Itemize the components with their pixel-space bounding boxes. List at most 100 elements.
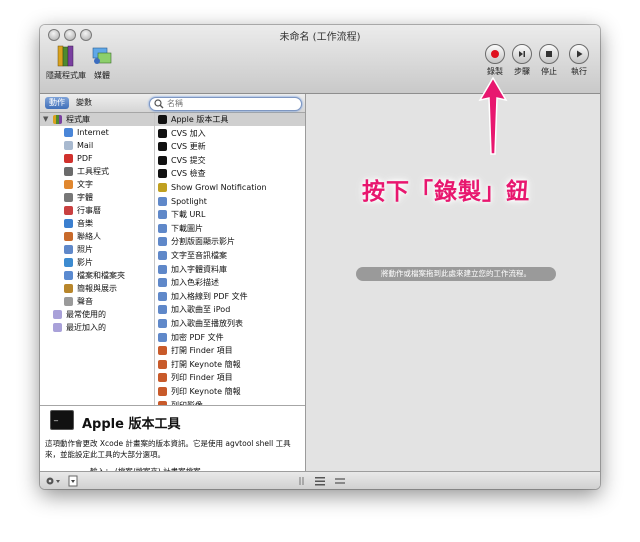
action-item[interactable]: 下載 URL bbox=[155, 208, 305, 221]
action-icon bbox=[158, 387, 167, 396]
run-label: 執行 bbox=[571, 67, 587, 76]
action-item[interactable]: 下載圖片 bbox=[155, 222, 305, 235]
action-item[interactable]: 加入歌曲至播放列表 bbox=[155, 317, 305, 330]
action-item[interactable]: Apple 版本工具 bbox=[155, 113, 305, 126]
tab-variables[interactable]: 變數 bbox=[71, 97, 97, 109]
library-item[interactable]: 工具程式 bbox=[40, 165, 154, 178]
record-button[interactable]: 錄製 bbox=[481, 44, 509, 77]
terminal-icon bbox=[158, 169, 167, 179]
smart-folder-icon bbox=[53, 310, 62, 319]
library-item[interactable]: 字體 bbox=[40, 191, 154, 204]
action-item[interactable]: 列印 Finder 項目 bbox=[155, 371, 305, 384]
automator-window: 未命名 (工作流程) 隱藏程式庫 媒體 錄製 步驟 停止 執行 動作 變數 名稱… bbox=[40, 25, 600, 489]
category-icon bbox=[64, 167, 73, 176]
media-icon bbox=[92, 47, 112, 64]
category-icon bbox=[64, 258, 73, 267]
action-item-label: 列印 Finder 項目 bbox=[171, 373, 233, 383]
library-item[interactable]: Mail bbox=[40, 139, 154, 152]
stop-button[interactable]: 停止 bbox=[535, 44, 563, 77]
terminal-icon bbox=[158, 155, 167, 165]
action-item[interactable]: 加入歌曲至 iPod bbox=[155, 303, 305, 316]
pane-splitter-icon[interactable] bbox=[298, 476, 306, 486]
search-placeholder: 名稱 bbox=[167, 99, 183, 108]
library-root[interactable]: ▼ 程式庫 bbox=[40, 113, 154, 126]
action-item[interactable]: 打開 Finder 項目 bbox=[155, 344, 305, 357]
action-item[interactable]: 列印 Keynote 簡報 bbox=[155, 385, 305, 398]
library-item[interactable]: 文字 bbox=[40, 178, 154, 191]
library-item-label: PDF bbox=[77, 154, 93, 163]
gear-icon[interactable] bbox=[44, 475, 62, 487]
action-item[interactable]: 加密 PDF 文件 bbox=[155, 331, 305, 344]
action-item-label: 加入字體資料庫 bbox=[171, 264, 227, 274]
library-item[interactable]: 聲音 bbox=[40, 295, 154, 308]
action-icon bbox=[158, 196, 167, 206]
hide-library-button[interactable]: 隱藏程式庫 bbox=[46, 44, 86, 81]
action-icon bbox=[158, 332, 167, 342]
library-item[interactable]: 檔案和檔案夾 bbox=[40, 269, 154, 282]
list-view-icon[interactable] bbox=[314, 475, 326, 487]
stop-label: 停止 bbox=[541, 67, 557, 76]
action-item-label: CVS 檢查 bbox=[171, 169, 206, 179]
action-item[interactable]: CVS 檢查 bbox=[155, 167, 305, 180]
action-item-label: 加密 PDF 文件 bbox=[171, 332, 224, 342]
library-item-recently-added[interactable]: 最近加入的 bbox=[40, 321, 154, 334]
tab-actions[interactable]: 動作 bbox=[45, 97, 69, 109]
step-label: 步驟 bbox=[514, 67, 530, 76]
toggle-description-icon[interactable] bbox=[68, 475, 78, 487]
action-item[interactable]: CVS 提交 bbox=[155, 154, 305, 167]
category-icon bbox=[64, 284, 73, 293]
action-item[interactable]: 打開 Keynote 簡報 bbox=[155, 358, 305, 371]
action-item-label: 加入色彩描述 bbox=[171, 278, 219, 288]
smart-folder-icon bbox=[53, 323, 62, 332]
library-item[interactable]: 音樂 bbox=[40, 217, 154, 230]
search-icon bbox=[154, 99, 164, 109]
disclosure-triangle-icon[interactable]: ▼ bbox=[43, 113, 48, 126]
step-button[interactable]: 步驟 bbox=[508, 44, 536, 77]
annotation-text: 按下「錄製」鈕 bbox=[362, 179, 530, 205]
library-item[interactable]: Internet bbox=[40, 126, 154, 139]
action-item[interactable]: Spotlight bbox=[155, 195, 305, 208]
library-item-label: 文字 bbox=[77, 180, 93, 189]
action-item[interactable]: 加入字體資料庫 bbox=[155, 263, 305, 276]
action-item[interactable]: 文字至音訊檔案 bbox=[155, 249, 305, 262]
library-item-most-used[interactable]: 最常使用的 bbox=[40, 308, 154, 321]
library-item[interactable]: 照片 bbox=[40, 243, 154, 256]
action-icon bbox=[158, 373, 167, 383]
media-button[interactable]: 媒體 bbox=[88, 44, 116, 81]
library-item[interactable]: 行事曆 bbox=[40, 204, 154, 217]
stop-icon bbox=[546, 51, 552, 57]
action-icon bbox=[158, 278, 167, 288]
library-item-label: Internet bbox=[77, 128, 109, 137]
library-item-label: 檔案和檔案夾 bbox=[77, 271, 125, 280]
action-item[interactable]: 加入色彩描述 bbox=[155, 276, 305, 289]
action-item[interactable]: 分割版面顯示影片 bbox=[155, 235, 305, 248]
log-view-icon[interactable] bbox=[334, 475, 346, 487]
action-item[interactable]: CVS 更新 bbox=[155, 140, 305, 153]
action-item-label: 打開 Finder 項目 bbox=[171, 346, 233, 356]
library-item-label: 聯絡人 bbox=[77, 232, 101, 241]
library-item[interactable]: 簡報與展示 bbox=[40, 282, 154, 295]
library-item[interactable]: 聯絡人 bbox=[40, 230, 154, 243]
action-icon bbox=[158, 346, 167, 356]
terminal-icon bbox=[158, 115, 167, 124]
library-item-label: 影片 bbox=[77, 258, 93, 267]
action-item-label: CVS 提交 bbox=[171, 155, 206, 165]
terminal-icon bbox=[158, 142, 167, 152]
action-item[interactable]: 加入格線到 PDF 文件 bbox=[155, 290, 305, 303]
recently-added-label: 最近加入的 bbox=[66, 323, 106, 332]
library-item[interactable]: 影片 bbox=[40, 256, 154, 269]
category-icon bbox=[64, 232, 73, 241]
library-icon bbox=[53, 115, 62, 124]
library-item[interactable]: PDF bbox=[40, 152, 154, 165]
category-icon bbox=[64, 193, 73, 202]
action-item[interactable]: CVS 加入 bbox=[155, 127, 305, 140]
category-icon bbox=[64, 206, 73, 215]
run-button[interactable]: 執行 bbox=[565, 44, 593, 77]
terminal-icon bbox=[50, 410, 74, 430]
action-item-label: 下載圖片 bbox=[171, 223, 203, 233]
workflow-area[interactable]: 將動作或檔案拖到此處來建立您的工作流程。 bbox=[306, 94, 600, 471]
search-field[interactable]: 名稱 bbox=[149, 97, 302, 111]
action-item-label: 文字至音訊檔案 bbox=[171, 251, 227, 260]
action-item[interactable]: Show Growl Notification bbox=[155, 181, 305, 194]
action-icon bbox=[158, 183, 167, 192]
